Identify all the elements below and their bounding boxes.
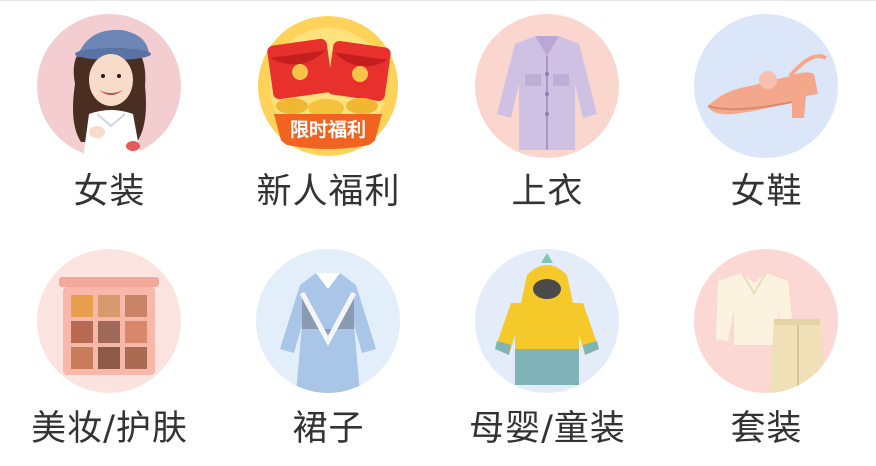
category-label: 上衣 xyxy=(511,172,584,212)
category-label: 女鞋 xyxy=(730,172,803,212)
category-item-newcomer-benefits[interactable]: 限时福利 新人福利 xyxy=(219,0,438,233)
category-item-skirts[interactable]: 裙子 xyxy=(219,233,438,466)
eyeshadow-palette-icon xyxy=(37,249,181,393)
heel-shoe-icon xyxy=(694,14,838,158)
category-item-outfit-sets[interactable]: 套装 xyxy=(657,233,876,466)
outfit-set-icon xyxy=(694,249,838,393)
category-item-beauty-skincare[interactable]: 美妆/护肤 xyxy=(0,233,219,466)
jacket-icon xyxy=(475,14,619,158)
category-label: 美妆/护肤 xyxy=(31,409,188,449)
dress-icon xyxy=(256,249,400,393)
category-grid: 女装 限时福利 新人福利 上衣 女鞋 美妆/护肤 裙子 母婴/童装 套装 xyxy=(0,0,876,466)
category-item-maternity-kids[interactable]: 母婴/童装 xyxy=(438,233,657,466)
category-label: 裙子 xyxy=(292,409,365,449)
badge-limited-benefit: 限时福利 xyxy=(290,118,366,141)
category-label: 女装 xyxy=(73,172,146,212)
category-item-tops[interactable]: 上衣 xyxy=(438,0,657,233)
category-item-womens-shoes[interactable]: 女鞋 xyxy=(657,0,876,233)
category-label: 套装 xyxy=(730,409,803,449)
category-label: 母婴/童装 xyxy=(469,409,626,449)
category-label: 新人福利 xyxy=(256,172,401,212)
kids-hoodie-icon xyxy=(475,249,619,393)
red-envelope-icon: 限时福利 xyxy=(256,14,400,158)
category-item-womens-clothing[interactable]: 女装 xyxy=(0,0,219,233)
woman-model-icon xyxy=(37,14,181,158)
